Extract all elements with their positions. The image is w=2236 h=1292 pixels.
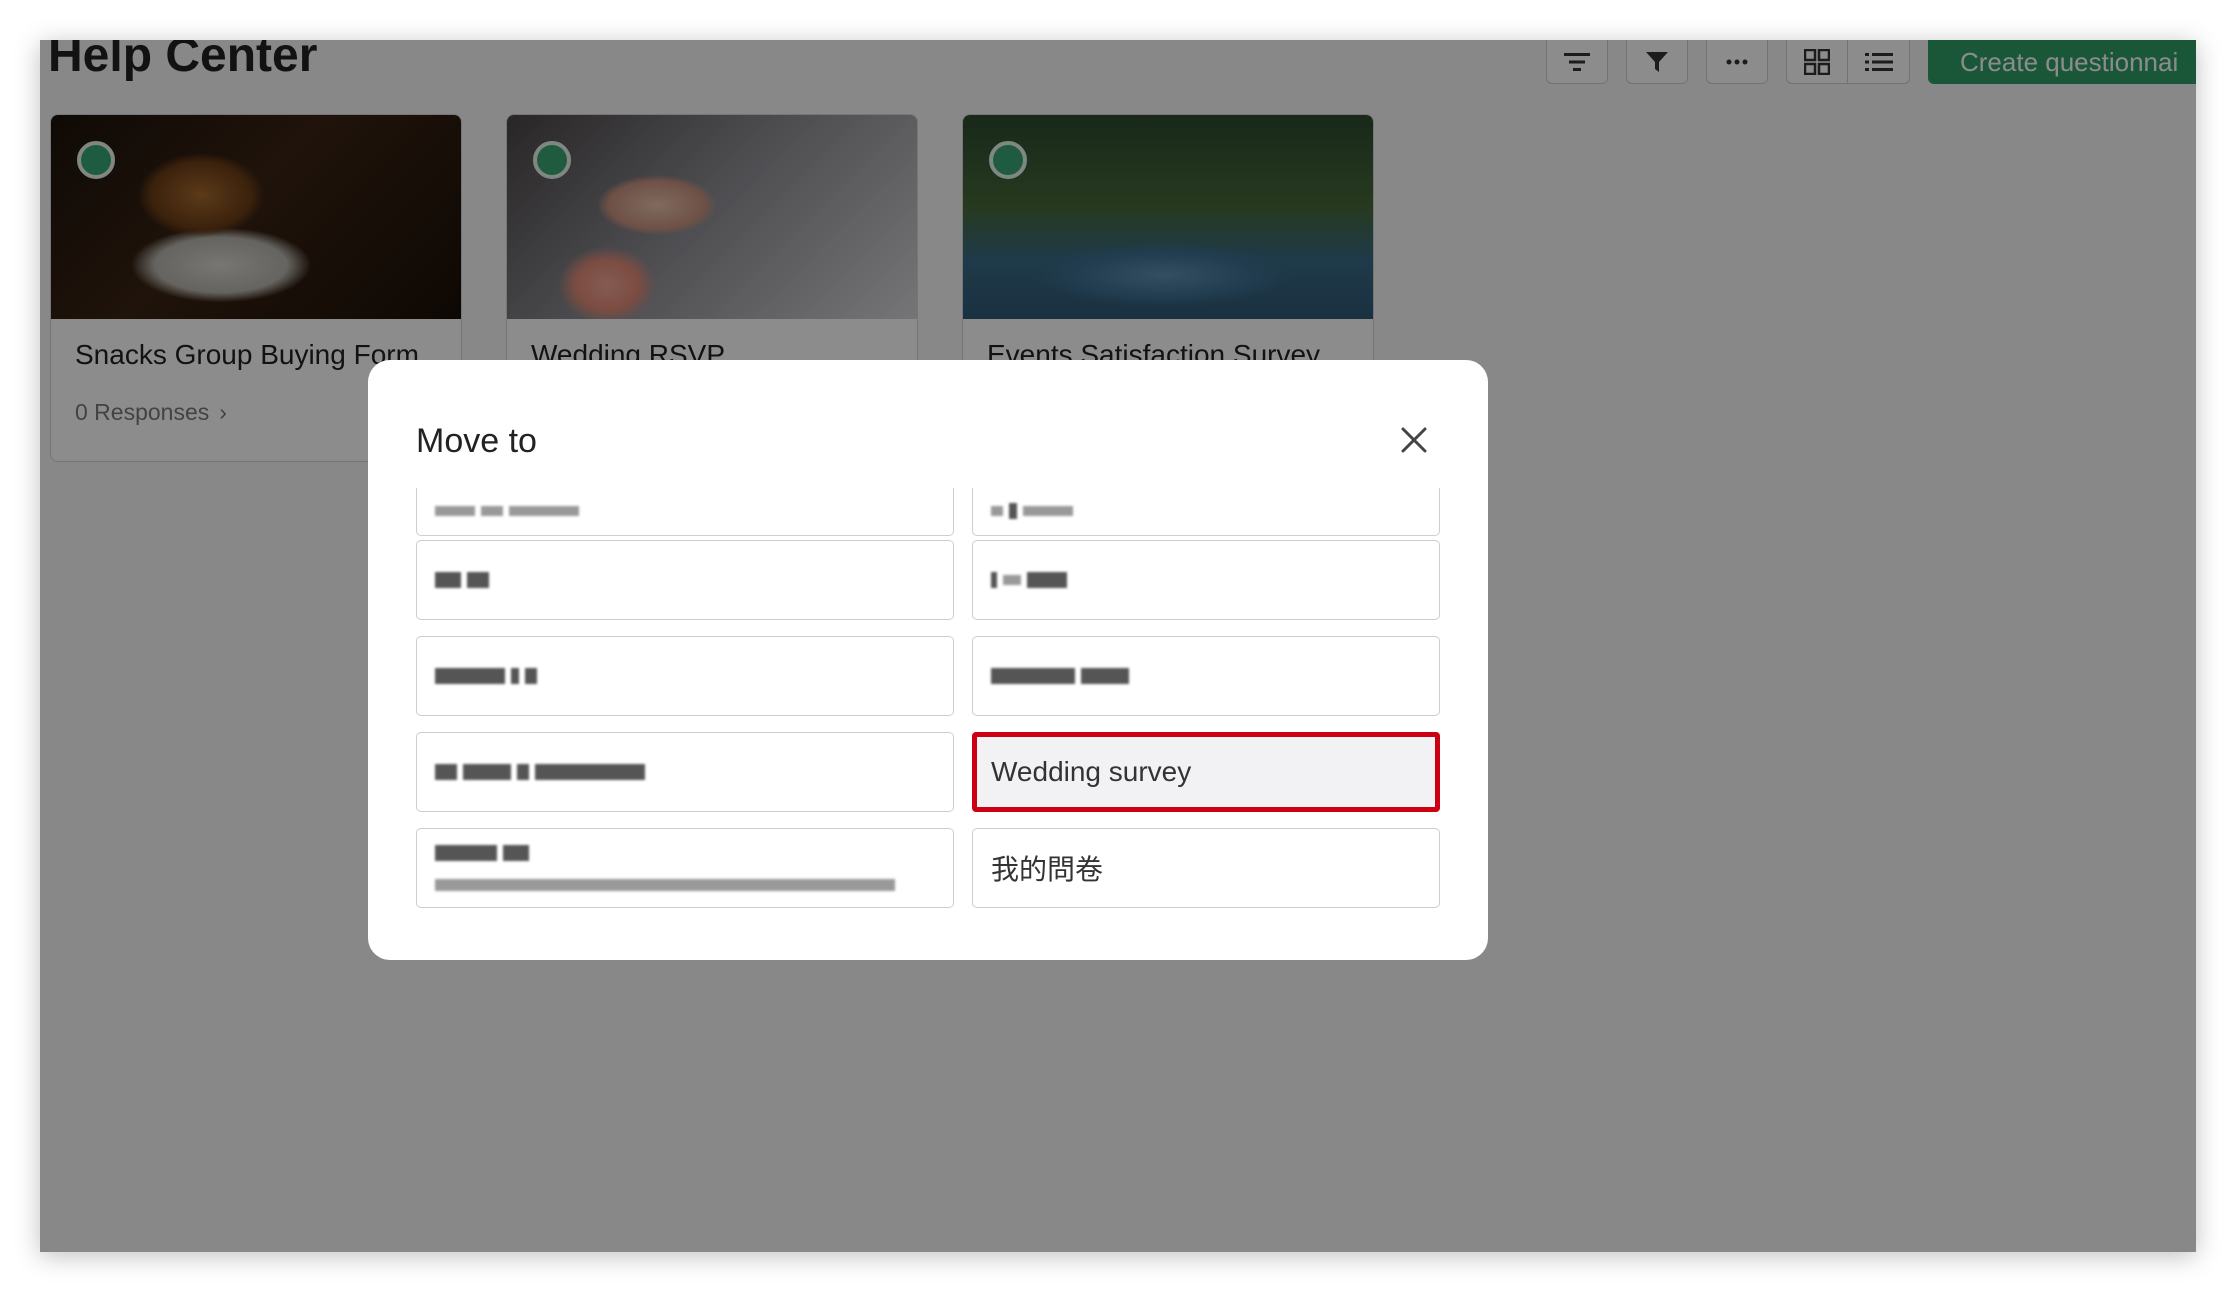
blurred-folder-name [435,668,537,684]
blurred-folder-name [435,764,645,780]
blurred-folder-name [435,572,489,588]
blurred-folder-name [991,503,1073,519]
blurred-folder-name [435,506,579,516]
folder-list: Wedding survey 我的問卷 [416,488,1440,918]
folder-label: Wedding survey [991,756,1192,787]
folder-option[interactable] [416,732,954,812]
folder-option[interactable] [416,540,954,620]
dialog-title: Move to [416,422,537,460]
move-to-dialog: Move to Wedding survey 我的問卷 [368,360,1488,960]
folder-option[interactable] [972,540,1440,620]
folder-option[interactable] [972,636,1440,716]
blurred-folder-name [991,572,1067,588]
folder-label: 我的問卷 [991,854,1104,885]
blurred-folder-name [435,879,895,891]
folder-option[interactable] [416,488,954,536]
close-icon [1401,427,1427,453]
close-button[interactable] [1390,416,1438,464]
blurred-folder-name [435,845,529,861]
folder-option-selected[interactable]: Wedding survey [972,732,1440,812]
folder-option[interactable] [972,488,1440,536]
app-window: Help Center Create questionnai Snacks Gr… [40,40,2196,1252]
blurred-folder-name [991,668,1129,684]
folder-option[interactable] [416,828,954,908]
folder-option[interactable] [416,636,954,716]
folder-option[interactable]: 我的問卷 [972,828,1440,908]
